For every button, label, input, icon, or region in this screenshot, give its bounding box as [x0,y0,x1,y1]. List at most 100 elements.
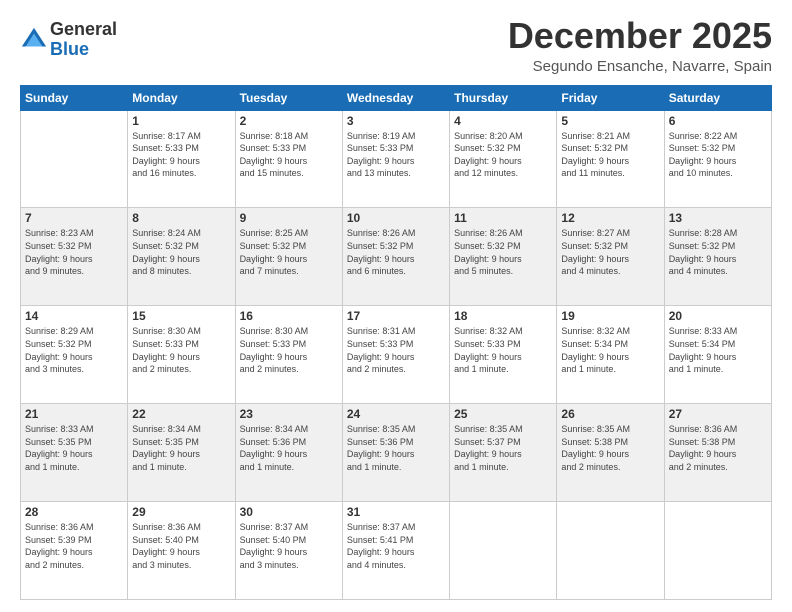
calendar-week-row: 14 Sunrise: 8:29 AM Sunset: 5:32 PM Dayli… [21,306,772,404]
day-info: Sunrise: 8:37 AM Sunset: 5:40 PM Dayligh… [240,521,338,571]
calendar-cell: 11 Sunrise: 8:26 AM Sunset: 5:32 PM Dayli… [450,208,557,306]
day-number: 27 [669,407,767,421]
day-number: 9 [240,211,338,225]
calendar-header-tuesday: Tuesday [235,85,342,110]
calendar-header-row: SundayMondayTuesdayWednesdayThursdayFrid… [21,85,772,110]
day-info: Sunrise: 8:29 AM Sunset: 5:32 PM Dayligh… [25,325,123,375]
day-info: Sunrise: 8:31 AM Sunset: 5:33 PM Dayligh… [347,325,445,375]
day-number: 14 [25,309,123,323]
calendar-cell: 21Sunrise: 8:33 AM Sunset: 5:35 PM Dayli… [21,404,128,502]
day-info: Sunrise: 8:21 AM Sunset: 5:32 PM Dayligh… [561,130,659,180]
day-info: Sunrise: 8:26 AM Sunset: 5:32 PM Dayligh… [454,227,552,277]
calendar-week-row: 7Sunrise: 8:23 AM Sunset: 5:32 PM Daylig… [21,208,772,306]
calendar-cell: 1Sunrise: 8:17 AM Sunset: 5:33 PM Daylig… [128,110,235,208]
day-info: Sunrise: 8:34 AM Sunset: 5:35 PM Dayligh… [132,423,230,473]
calendar-header-wednesday: Wednesday [342,85,449,110]
day-info: Sunrise: 8:24 AM Sunset: 5:32 PM Dayligh… [132,227,230,277]
calendar-cell: 28 Sunrise: 8:36 AM Sunset: 5:39 PM Dayli… [21,502,128,600]
day-number: 16 [240,309,338,323]
calendar-header-thursday: Thursday [450,85,557,110]
day-number: 24 [347,407,445,421]
calendar-cell: 30 Sunrise: 8:37 AM Sunset: 5:40 PM Dayli… [235,502,342,600]
calendar-week-row: 1Sunrise: 8:17 AM Sunset: 5:33 PM Daylig… [21,110,772,208]
calendar-cell: 8 Sunrise: 8:24 AM Sunset: 5:32 PM Daylig… [128,208,235,306]
day-info: Sunrise: 8:35 AM Sunset: 5:37 PM Dayligh… [454,423,552,473]
calendar-table: SundayMondayTuesdayWednesdayThursdayFrid… [20,85,772,600]
calendar-header-sunday: Sunday [21,85,128,110]
calendar-week-row: 21Sunrise: 8:33 AM Sunset: 5:35 PM Dayli… [21,404,772,502]
calendar-header-monday: Monday [128,85,235,110]
day-number: 12 [561,211,659,225]
day-info: Sunrise: 8:33 AM Sunset: 5:35 PM Dayligh… [25,423,123,473]
calendar-cell: 12 Sunrise: 8:27 AM Sunset: 5:32 PM Dayli… [557,208,664,306]
day-number: 1 [132,114,230,128]
day-info: Sunrise: 8:36 AM Sunset: 5:38 PM Dayligh… [669,423,767,473]
calendar-cell [21,110,128,208]
day-info: Sunrise: 8:26 AM Sunset: 5:32 PM Dayligh… [347,227,445,277]
day-number: 15 [132,309,230,323]
day-number: 10 [347,211,445,225]
title-block: December 2025 Segundo Ensanche, Navarre,… [508,16,772,75]
calendar-header-friday: Friday [557,85,664,110]
day-info: Sunrise: 8:35 AM Sunset: 5:36 PM Dayligh… [347,423,445,473]
day-number: 22 [132,407,230,421]
calendar-cell: 3Sunrise: 8:19 AM Sunset: 5:33 PM Daylig… [342,110,449,208]
logo-text: General Blue [50,20,117,60]
day-number: 18 [454,309,552,323]
day-info: Sunrise: 8:22 AM Sunset: 5:32 PM Dayligh… [669,130,767,180]
calendar-cell: 23Sunrise: 8:34 AM Sunset: 5:36 PM Dayli… [235,404,342,502]
day-number: 30 [240,505,338,519]
logo: General Blue [20,20,117,60]
day-number: 11 [454,211,552,225]
day-number: 13 [669,211,767,225]
calendar-cell [557,502,664,600]
page: General Blue December 2025 Segundo Ensan… [0,0,792,612]
calendar-cell: 24 Sunrise: 8:35 AM Sunset: 5:36 PM Dayli… [342,404,449,502]
day-number: 5 [561,114,659,128]
calendar-header-saturday: Saturday [664,85,771,110]
calendar-cell: 19 Sunrise: 8:32 AM Sunset: 5:34 PM Dayli… [557,306,664,404]
day-number: 19 [561,309,659,323]
day-info: Sunrise: 8:32 AM Sunset: 5:34 PM Dayligh… [561,325,659,375]
title-month: December 2025 [508,16,772,56]
day-info: Sunrise: 8:20 AM Sunset: 5:32 PM Dayligh… [454,130,552,180]
day-info: Sunrise: 8:28 AM Sunset: 5:32 PM Dayligh… [669,227,767,277]
day-number: 17 [347,309,445,323]
day-number: 31 [347,505,445,519]
day-number: 4 [454,114,552,128]
day-info: Sunrise: 8:37 AM Sunset: 5:41 PM Dayligh… [347,521,445,571]
day-info: Sunrise: 8:27 AM Sunset: 5:32 PM Dayligh… [561,227,659,277]
calendar-cell: 13 Sunrise: 8:28 AM Sunset: 5:32 PM Dayli… [664,208,771,306]
calendar-week-row: 28 Sunrise: 8:36 AM Sunset: 5:39 PM Dayli… [21,502,772,600]
calendar-cell [450,502,557,600]
day-info: Sunrise: 8:25 AM Sunset: 5:32 PM Dayligh… [240,227,338,277]
day-number: 29 [132,505,230,519]
day-number: 28 [25,505,123,519]
calendar-cell: 6Sunrise: 8:22 AM Sunset: 5:32 PM Daylig… [664,110,771,208]
header: General Blue December 2025 Segundo Ensan… [20,16,772,75]
day-number: 23 [240,407,338,421]
day-number: 26 [561,407,659,421]
calendar-cell: 27 Sunrise: 8:36 AM Sunset: 5:38 PM Dayli… [664,404,771,502]
logo-blue: Blue [50,40,117,60]
day-number: 7 [25,211,123,225]
day-info: Sunrise: 8:36 AM Sunset: 5:39 PM Dayligh… [25,521,123,571]
day-info: Sunrise: 8:33 AM Sunset: 5:34 PM Dayligh… [669,325,767,375]
calendar-cell: 5 Sunrise: 8:21 AM Sunset: 5:32 PM Daylig… [557,110,664,208]
calendar-cell: 22 Sunrise: 8:34 AM Sunset: 5:35 PM Dayli… [128,404,235,502]
calendar-cell: 4 Sunrise: 8:20 AM Sunset: 5:32 PM Daylig… [450,110,557,208]
day-info: Sunrise: 8:30 AM Sunset: 5:33 PM Dayligh… [240,325,338,375]
calendar-cell: 9 Sunrise: 8:25 AM Sunset: 5:32 PM Daylig… [235,208,342,306]
calendar-cell: 18 Sunrise: 8:32 AM Sunset: 5:33 PM Dayli… [450,306,557,404]
day-info: Sunrise: 8:36 AM Sunset: 5:40 PM Dayligh… [132,521,230,571]
calendar-cell: 2Sunrise: 8:18 AM Sunset: 5:33 PM Daylig… [235,110,342,208]
calendar-cell: 10 Sunrise: 8:26 AM Sunset: 5:32 PM Dayli… [342,208,449,306]
calendar-cell: 29 Sunrise: 8:36 AM Sunset: 5:40 PM Dayli… [128,502,235,600]
day-number: 8 [132,211,230,225]
day-info: Sunrise: 8:32 AM Sunset: 5:33 PM Dayligh… [454,325,552,375]
calendar-cell: 17 Sunrise: 8:31 AM Sunset: 5:33 PM Dayli… [342,306,449,404]
logo-general: General [50,20,117,40]
day-number: 25 [454,407,552,421]
calendar-cell: 31 Sunrise: 8:37 AM Sunset: 5:41 PM Dayli… [342,502,449,600]
calendar-cell: 14 Sunrise: 8:29 AM Sunset: 5:32 PM Dayli… [21,306,128,404]
